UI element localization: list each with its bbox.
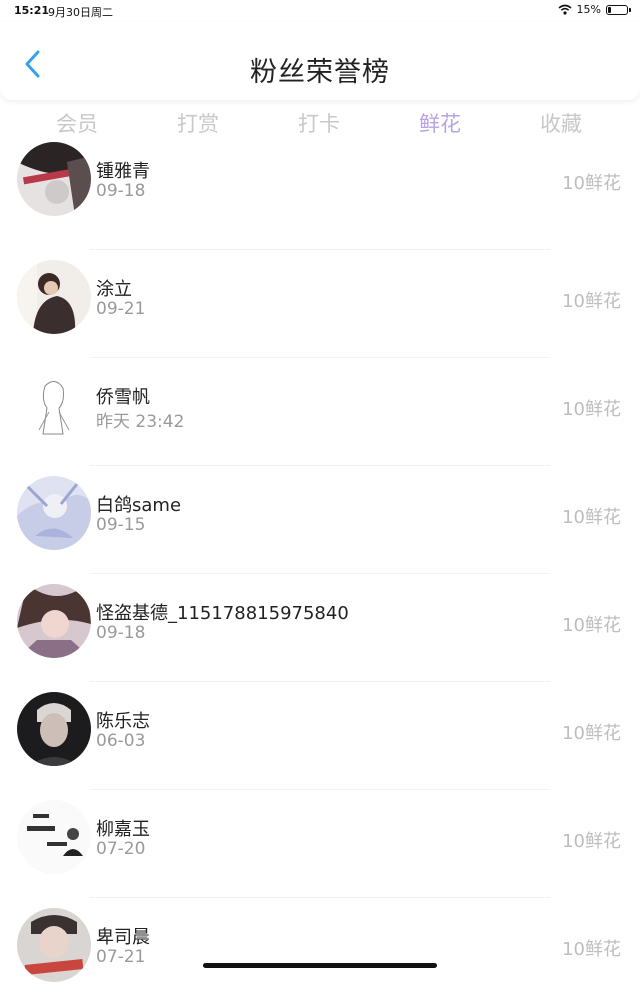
fan-name: 怪盗基德_115178815975840	[96, 603, 349, 624]
avatar	[17, 584, 91, 658]
avatar	[17, 692, 91, 766]
flower-count: 10鲜花	[562, 173, 621, 194]
list-item[interactable]: 侨雪帆 昨天 23:42 10鲜花	[0, 358, 640, 466]
list-item[interactable]: 涂立 09-21 10鲜花	[0, 250, 640, 358]
fan-name: 白鸽same	[96, 495, 182, 516]
flower-count: 10鲜花	[562, 615, 621, 636]
fan-date: 07-20	[96, 839, 146, 859]
list-item[interactable]: 怪盗基德_115178815975840 09-18 10鲜花	[0, 574, 640, 682]
navigation-header: 粉丝荣誉榜	[0, 22, 640, 100]
flower-count: 10鲜花	[562, 399, 621, 420]
status-date: 9月30日周二	[48, 6, 113, 19]
fan-name: 卑司晨	[96, 927, 150, 948]
tab-favorites[interactable]: 收藏	[511, 108, 611, 138]
flower-count: 10鲜花	[562, 507, 621, 528]
wifi-icon	[558, 4, 572, 15]
avatar	[17, 368, 91, 442]
list-item[interactable]: 卑司晨 07-21 10鲜花	[0, 898, 640, 1006]
avatar	[17, 142, 91, 216]
fan-date: 06-03	[96, 731, 146, 751]
fan-name: 侨雪帆	[96, 387, 150, 408]
battery-icon	[606, 4, 631, 15]
flower-count: 10鲜花	[562, 939, 621, 960]
list-item[interactable]: 锺雅青 09-18 10鲜花	[0, 142, 640, 250]
list-item[interactable]: 陈乐志 06-03 10鲜花	[0, 682, 640, 790]
avatar	[17, 800, 91, 874]
avatar	[17, 260, 91, 334]
tab-members[interactable]: 会员	[27, 108, 127, 138]
list-item[interactable]: 白鸽same 09-15 10鲜花	[0, 466, 640, 574]
fan-date: 09-21	[96, 299, 146, 319]
status-bar: 15:21 9月30日周二 15%	[0, 0, 640, 22]
flower-count: 10鲜花	[562, 291, 621, 312]
fan-name: 柳嘉玉	[96, 819, 150, 840]
avatar	[17, 908, 91, 982]
list-item[interactable]: 柳嘉玉 07-20 10鲜花	[0, 790, 640, 898]
avatar	[17, 476, 91, 550]
fan-name: 涂立	[96, 279, 132, 300]
status-right: 15%	[558, 3, 631, 16]
flower-count: 10鲜花	[562, 831, 621, 852]
fan-date: 昨天 23:42	[96, 412, 185, 432]
fan-date: 09-18	[96, 623, 146, 643]
tab-flowers[interactable]: 鲜花	[390, 108, 490, 138]
fan-date: 09-15	[96, 515, 146, 535]
battery-percent: 15%	[576, 3, 601, 16]
fan-name: 锺雅青	[96, 161, 150, 182]
tab-bar: 会员 打赏 打卡 鲜花 收藏	[0, 104, 640, 144]
tab-checkin[interactable]: 打卡	[269, 108, 369, 138]
fan-date: 09-18	[96, 181, 146, 201]
status-time: 15:21	[14, 4, 50, 17]
fan-date: 07-21	[96, 947, 146, 967]
flower-count: 10鲜花	[562, 723, 621, 744]
page-title: 粉丝荣誉榜	[250, 57, 390, 88]
tab-tips[interactable]: 打赏	[148, 108, 248, 138]
home-indicator[interactable]	[203, 963, 437, 968]
fan-name: 陈乐志	[96, 711, 150, 732]
